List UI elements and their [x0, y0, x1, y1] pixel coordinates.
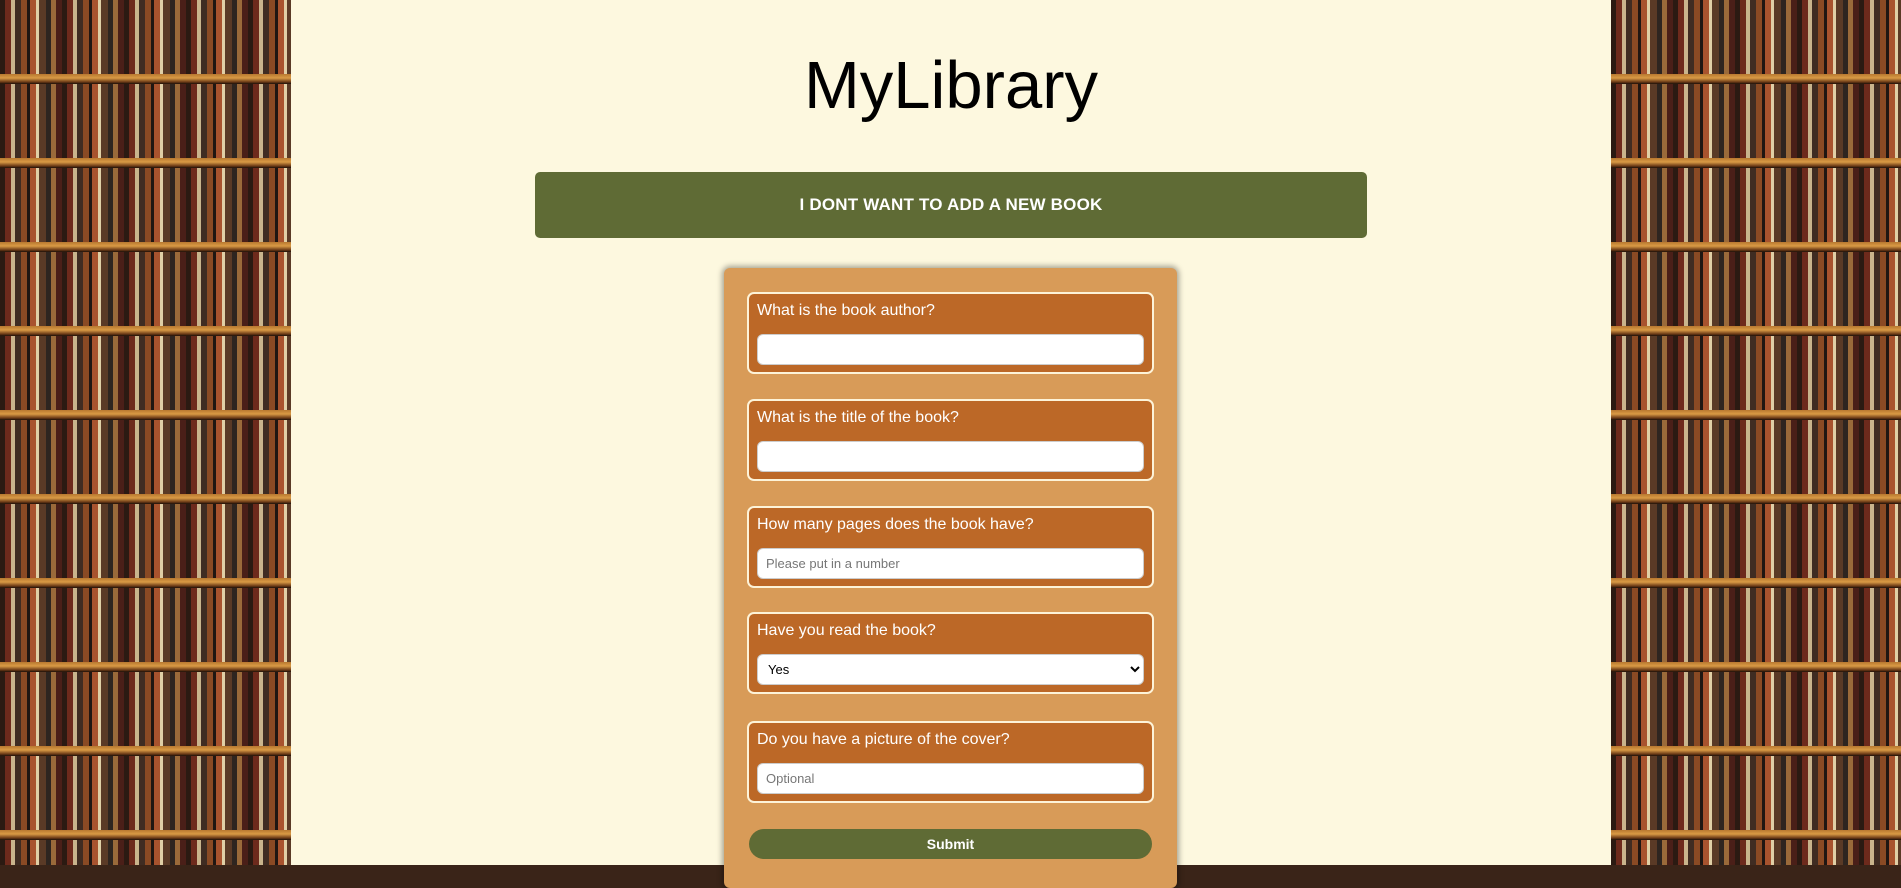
- title-label: What is the title of the book?: [757, 409, 959, 426]
- pages-label: How many pages does the book have?: [757, 516, 1034, 533]
- cover-picture-field-group: Do you have a picture of the cover?: [747, 721, 1154, 803]
- toggle-add-book-button[interactable]: I DONT WANT TO ADD A NEW BOOK: [535, 172, 1367, 238]
- cover-picture-input[interactable]: [757, 763, 1144, 794]
- author-label: What is the book author?: [757, 302, 935, 319]
- bookshelf-background-right: [1611, 0, 1901, 865]
- add-book-form: What is the book author? What is the tit…: [724, 268, 1177, 888]
- author-field-group: What is the book author?: [747, 292, 1154, 374]
- title-field-group: What is the title of the book?: [747, 399, 1154, 481]
- bookshelf-background-left: [0, 0, 291, 865]
- read-status-label: Have you read the book?: [757, 622, 936, 639]
- submit-button[interactable]: Submit: [749, 829, 1152, 859]
- read-status-select[interactable]: Yes: [757, 654, 1144, 685]
- page-title: MyLibrary: [803, 48, 1099, 123]
- main-content: MyLibrary I DONT WANT TO ADD A NEW BOOK …: [291, 0, 1611, 888]
- title-input[interactable]: [757, 441, 1144, 472]
- pages-field-group: How many pages does the book have?: [747, 506, 1154, 588]
- read-status-field-group: Have you read the book? Yes: [747, 612, 1154, 694]
- pages-input[interactable]: [757, 548, 1144, 579]
- author-input[interactable]: [757, 334, 1144, 365]
- cover-picture-label: Do you have a picture of the cover?: [757, 731, 1010, 748]
